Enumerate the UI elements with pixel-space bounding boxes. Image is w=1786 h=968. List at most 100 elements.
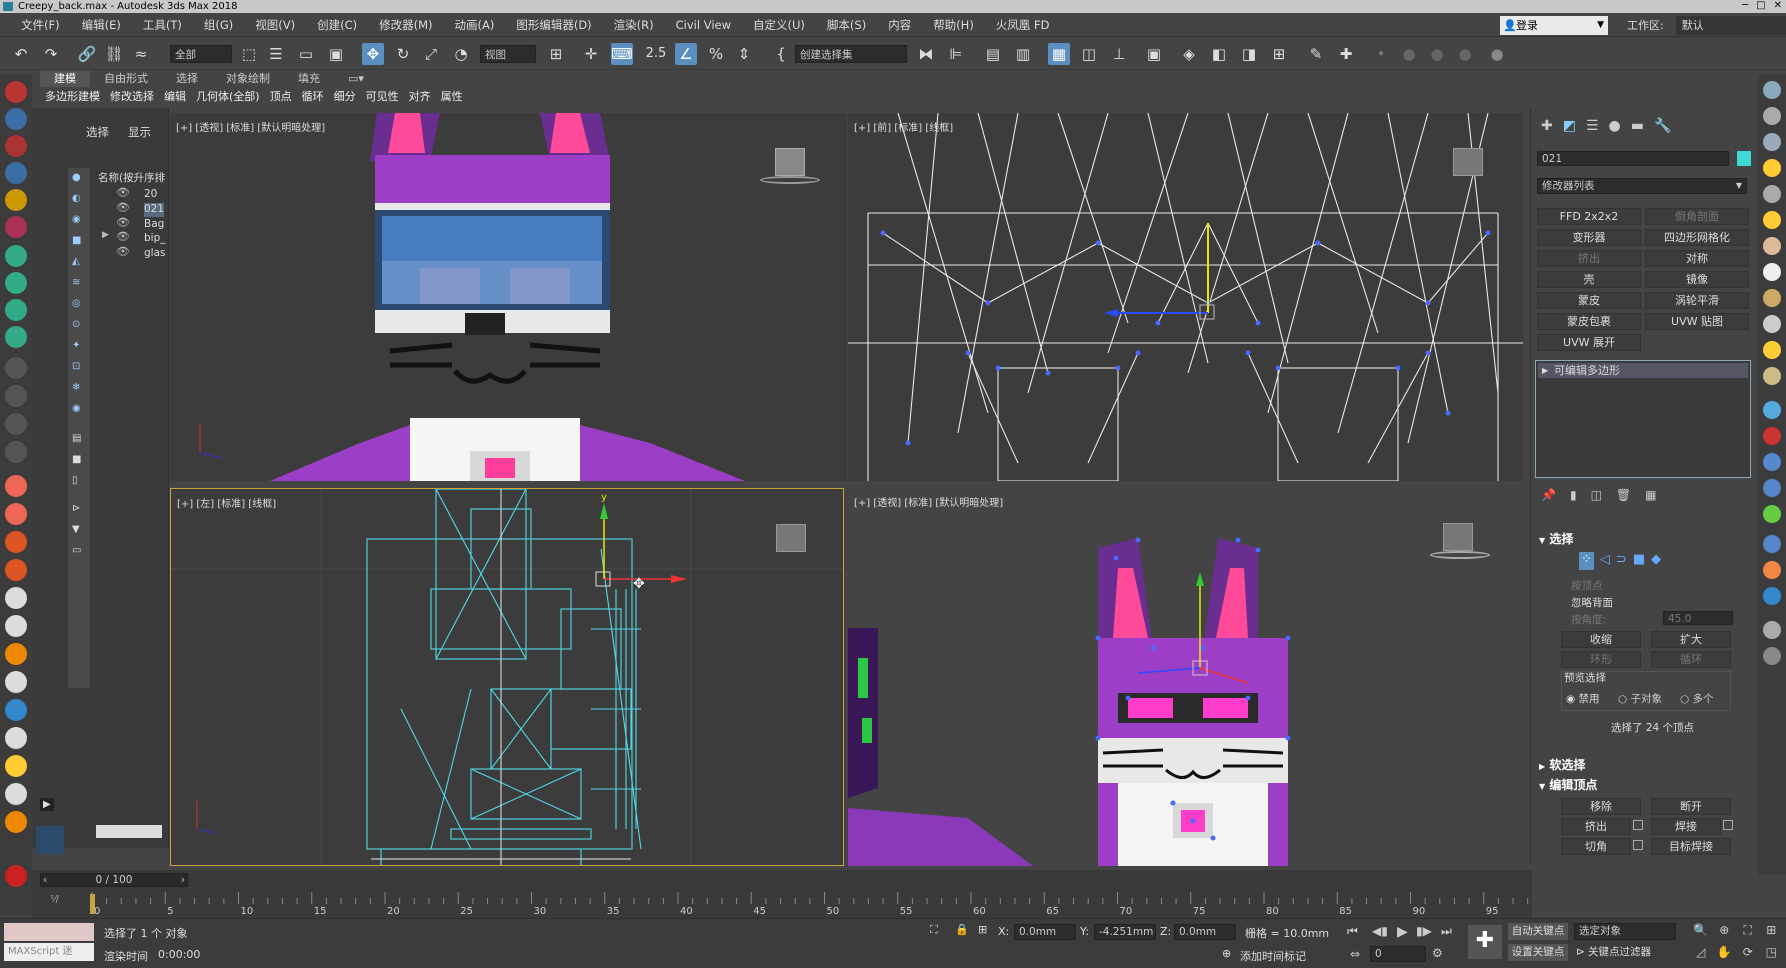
folder-icon[interactable] [1763,211,1781,229]
select-object-icon[interactable]: ⬚ [238,43,260,65]
by-angle-checkbox[interactable]: 按角度: [1571,612,1606,627]
extrude-settings-icon[interactable] [1633,820,1643,830]
ribbon-modify-selection[interactable]: 修改选择 [105,88,159,106]
motion-tab-icon[interactable]: ● [1609,118,1621,138]
grow-button[interactable]: 扩大 [1651,631,1731,648]
modifier-button[interactable]: 涡轮平滑 [1645,292,1749,309]
modifier-button[interactable]: 蒙皮包裹 [1537,313,1641,330]
named-selection-dropdown[interactable]: 创建选择集 [795,45,907,63]
key-icon[interactable]: ⅟/ [50,894,59,905]
smoke-icon[interactable] [5,559,27,581]
break-button[interactable]: 断开 [1651,798,1731,815]
timeline-ruler[interactable]: 0510152025303540455055606570758085909510… [32,888,1532,918]
snap-toggle-icon[interactable]: 2.5 [645,43,667,65]
layer-explorer-icon[interactable]: ▤ [982,43,1004,65]
tab-freeform[interactable]: 自由形式 [90,71,162,87]
tab-modeling[interactable]: 建模 [40,71,90,87]
lightbulb-icon[interactable] [1763,159,1781,177]
trash-icon[interactable] [5,441,27,463]
grid-icon[interactable] [1763,401,1781,419]
cloud-icon[interactable] [1763,107,1781,125]
ring-button[interactable]: 环形 [1561,651,1641,668]
ribbon-loops[interactable]: 循环 [297,88,329,106]
modifier-list-dropdown[interactable]: 修改器列表 ▼ [1537,178,1747,194]
border-level-icon[interactable]: ⊃ [1616,552,1627,570]
folder-icon[interactable]: ▭ [72,545,88,559]
ribbon-toggle-icon[interactable]: ▥ [1012,43,1034,65]
ribbon-options-icon[interactable]: ▭▾ [334,71,378,87]
record-icon[interactable] [5,865,27,887]
target-weld-button[interactable]: 目标焊接 [1651,838,1731,855]
menu-animation[interactable]: 动画(A) [444,17,506,33]
weld-settings-icon[interactable] [1723,820,1733,830]
modifier-button[interactable]: UVW 展开 [1537,334,1641,351]
viewcube[interactable] [776,524,806,552]
help-icon[interactable] [1763,647,1781,665]
configure-sets-icon[interactable]: ▦ [1645,488,1656,504]
expand-panel-icon[interactable]: ▶ [40,798,54,811]
edge-level-icon[interactable]: ◁ [1600,552,1610,570]
time-tag-icon[interactable]: ⊕ [1222,947,1231,960]
page-icon[interactable] [1763,621,1781,639]
ref-coord-dropdown[interactable]: 视图 [480,45,536,63]
preview-multi-radio[interactable]: ○ 多个 [1680,691,1714,706]
element-level-icon[interactable]: ◆ [1651,552,1661,570]
tab-selection[interactable]: 选择 [162,71,212,87]
y-coordinate-field[interactable]: -4.251mm [1094,924,1156,940]
utilities-tab-icon[interactable]: 🔧 [1654,118,1671,138]
curve-editor-icon[interactable]: ▦ [1048,43,1070,65]
render-cloud-icon[interactable]: ⊞ [1268,43,1290,65]
pan-icon[interactable]: ✋ [1714,945,1736,964]
list-item[interactable]: Bag [144,218,164,232]
hierarchy-tab-icon[interactable]: ☰ [1586,118,1599,138]
zoom-extents-icon[interactable]: ⛶ [1737,923,1759,943]
visibility-icon[interactable]: 👁 [116,216,130,229]
key-filters-button[interactable]: ⊳ 关键点过滤器 [1574,944,1676,961]
filter-bones-icon[interactable]: ✦ [72,340,88,354]
list-item[interactable]: bip_ [144,232,166,246]
ribbon-poly-modeling[interactable]: 多边形建模 [40,88,105,106]
menu-plugin[interactable]: 火凤凰 FD [985,17,1061,33]
mirror-icon[interactable]: ⧓ [915,43,937,65]
weld-button[interactable]: 焊接 [1651,818,1721,835]
filter-helpers-icon[interactable]: ◭ [72,256,88,270]
list-item[interactable]: 20 [144,188,157,202]
add-icon[interactable]: ✚ [1335,43,1357,65]
image-icon[interactable] [1763,133,1781,151]
key-mode-icon[interactable]: ⇔ [1350,947,1360,961]
ribbon-properties[interactable]: 属性 [436,88,468,106]
cylinder-icon[interactable] [5,162,27,184]
maxscript-listener[interactable] [4,923,94,941]
maximize-viewport-icon[interactable]: ◳ [1761,945,1783,964]
modifier-button[interactable]: UVW 贴图 [1645,313,1749,330]
modifier-button[interactable]: FFD 2x2x2 [1537,208,1641,225]
pause-icon[interactable] [5,385,27,407]
tab-populate[interactable]: 填充 [284,71,334,87]
scale-icon[interactable]: ⤢ [420,43,442,65]
time-config-icon[interactable]: ⚙ [1432,946,1443,960]
vertex-level-icon[interactable]: ⁘ [1579,552,1594,570]
show-end-result-icon[interactable]: ▮ [1570,488,1577,504]
extrude-button[interactable]: 挤出 [1561,818,1631,835]
ribbon-visibility[interactable]: 可见性 [361,88,404,106]
shrink-button[interactable]: 收缩 [1561,631,1641,648]
selection-filter-dropdown[interactable]: 全部 [170,45,232,63]
ribbon-align[interactable]: 对齐 [404,88,436,106]
chamfer-settings-icon[interactable] [1633,840,1643,850]
lock-icon[interactable]: 🔒 [955,923,969,936]
prev-frame-icon[interactable]: ‹ [43,874,47,886]
sphere-icon[interactable] [1763,263,1781,281]
horizontal-scrollbar[interactable] [96,825,162,838]
menu-scripting[interactable]: 脚本(S) [816,17,877,33]
set-key-button[interactable]: 设置关键点 [1508,944,1568,961]
square-icon[interactable]: ■ [72,454,88,468]
cone-icon[interactable] [1763,315,1781,333]
schematic-view-icon[interactable]: ◫ [1078,43,1100,65]
drop-icon[interactable] [5,643,27,665]
preview-subobject-radio[interactable]: ○ 子对象 [1618,691,1662,706]
menu-tools[interactable]: 工具(T) [132,17,193,33]
login-dropdown[interactable]: 👤 登录 ▼ [1500,16,1608,35]
material-icon[interactable] [1763,237,1781,255]
rotate-icon[interactable]: ↻ [392,43,414,65]
cube-icon[interactable] [5,108,27,130]
